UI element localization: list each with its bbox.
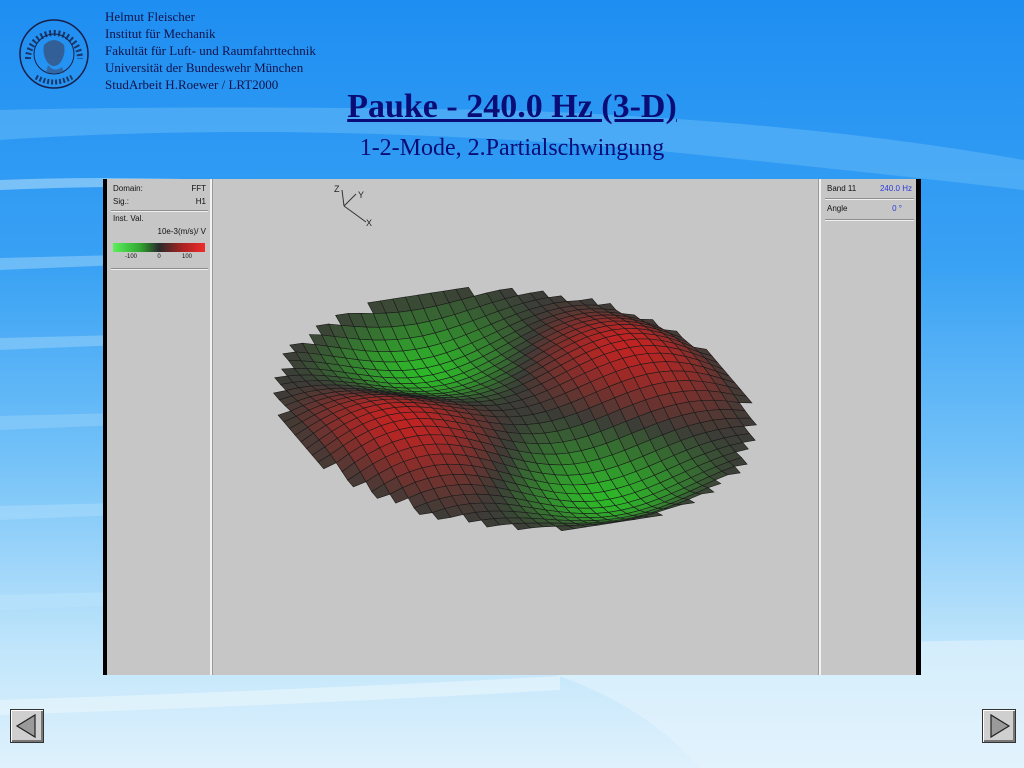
unit-row: 10e-3(m/s)/ V <box>113 227 206 239</box>
institute: Institut für Mechanik <box>105 26 216 41</box>
tick-label: -100 <box>124 254 138 260</box>
header-info: Helmut Fleischer Institut für Mechanik F… <box>105 8 316 93</box>
faculty: Fakultät für Luft- und Raumfahrttechnik <box>105 43 316 58</box>
3d-mode-plot[interactable]: Z Y X <box>212 179 819 675</box>
divider <box>825 198 914 200</box>
divider <box>111 210 208 212</box>
university: Universität der Bundeswehr München <box>105 60 304 75</box>
tick-label: 0 <box>157 254 161 260</box>
author: Helmut Fleischer <box>105 9 195 24</box>
inst-row: Inst. Val. <box>113 214 206 226</box>
tick-label: 100 <box>181 254 193 260</box>
angle-row: Angle 0 ° <box>827 204 912 216</box>
triangle-right-icon <box>990 713 1011 739</box>
domain-label: Domain: <box>113 184 143 193</box>
domain-row: Domain: FFT <box>113 184 206 196</box>
university-seal-icon <box>18 15 90 93</box>
axis-z-label: Z <box>334 184 340 194</box>
slide-title: Pauke - 240.0 Hz (3-D) <box>347 88 677 125</box>
band-row: Band 11 240.0 Hz <box>827 184 912 196</box>
membrane-surface <box>273 286 757 532</box>
angle-value: 0 ° <box>892 204 902 213</box>
color-scale-bar <box>113 243 205 252</box>
domain-value: FFT <box>191 184 206 193</box>
band-label: Band 11 <box>827 184 857 193</box>
angle-label: Angle <box>827 204 848 213</box>
inst-label: Inst. Val. <box>113 214 144 223</box>
slide-subtitle: 1-2-Mode, 2.Partialschwingung <box>359 135 665 161</box>
triangle-left-icon <box>15 713 36 739</box>
axis-triad-icon: Z Y X <box>334 184 372 226</box>
info-panel-left: Domain: FFT Sig.: H1 Inst. Val. 10e-3(m/… <box>107 179 212 675</box>
axis-y-label: Y <box>358 190 364 200</box>
axis-x-label: X <box>366 218 372 226</box>
unit-value: 10e-3(m/s)/ V <box>157 227 206 236</box>
sig-row: Sig.: H1 <box>113 197 206 209</box>
divider <box>825 219 914 221</box>
divider <box>111 268 208 270</box>
sig-value: H1 <box>195 197 206 206</box>
next-slide-button[interactable] <box>982 709 1016 743</box>
previous-slide-button[interactable] <box>10 709 44 743</box>
band-value: 240.0 Hz <box>879 184 912 193</box>
color-scale-ticks: -100 0 100 <box>113 254 205 264</box>
vibrometer-window: Domain: FFT Sig.: H1 Inst. Val. 10e-3(m/… <box>103 179 921 675</box>
info-panel-right: Band 11 240.0 Hz Angle 0 ° <box>819 179 916 675</box>
sig-label: Sig.: <box>113 197 130 206</box>
